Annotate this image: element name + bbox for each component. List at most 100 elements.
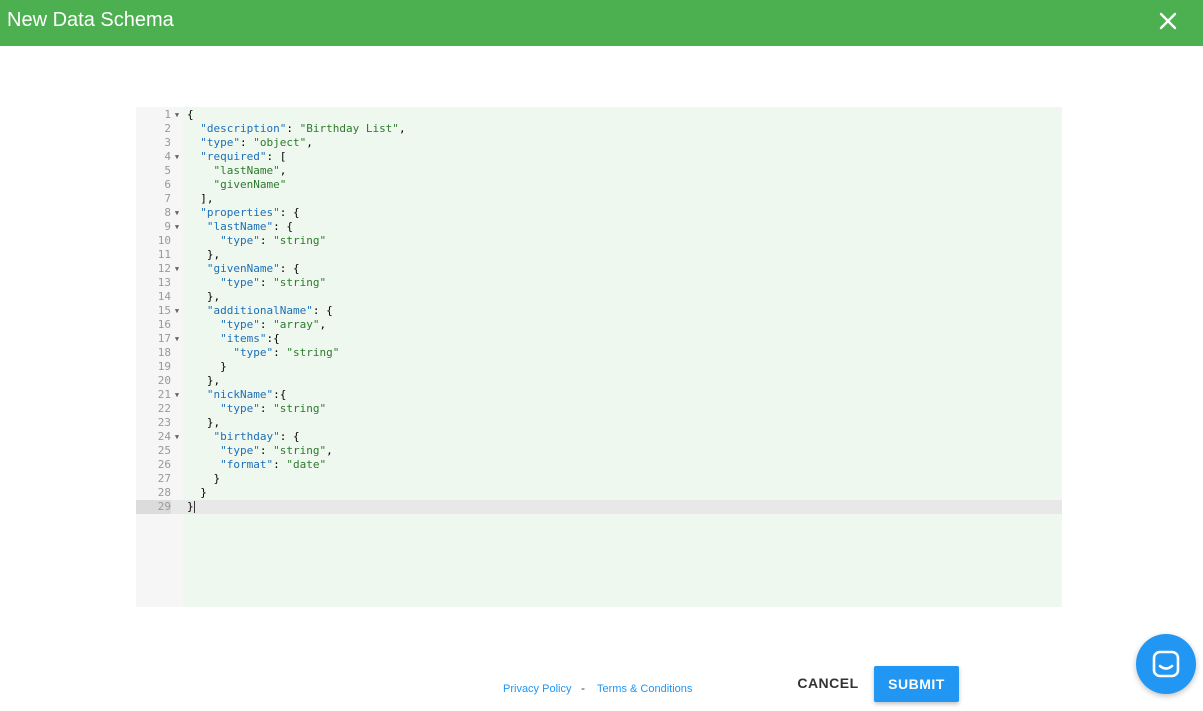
submit-button[interactable]: SUBMIT	[874, 666, 959, 702]
dialog-header: New Data Schema	[0, 0, 1203, 46]
code-line: 16 "type": "array",	[136, 318, 1062, 332]
code-line: 27 }	[136, 472, 1062, 486]
line-number: 18	[157, 346, 171, 359]
code-text: "type": "string"	[233, 346, 340, 359]
line-number: 11	[157, 248, 171, 261]
code-line: 28 }	[136, 486, 1062, 500]
fold-caret-icon[interactable]: ▼	[173, 304, 181, 318]
code-text: "format": "date"	[220, 458, 327, 471]
json-editor[interactable]: 1 ▼{2 "description": "Birthday List", 3 "t…	[136, 107, 1062, 607]
code-line: 21 ▼ "nickName":{	[136, 388, 1062, 402]
code-line: 1 ▼ {	[136, 108, 1062, 122]
line-number: 29	[136, 500, 171, 514]
line-number: 1	[164, 108, 171, 121]
code-line: 4 ▼ "required": [	[136, 150, 1062, 164]
code-text: }	[187, 472, 221, 485]
line-number: 28	[157, 486, 171, 499]
line-number: 22	[157, 402, 171, 415]
code-line: 3 "type": "object",	[136, 136, 1062, 150]
code-text: },	[187, 374, 221, 387]
line-number: 25	[157, 444, 171, 457]
code-text: },	[187, 248, 221, 261]
code-text: "type": "object",	[200, 136, 313, 149]
code-text: "description": "Birthday List",	[200, 122, 406, 135]
code-line: 17 ▼ "items":{	[136, 332, 1062, 346]
code-line: 6 "givenName"	[136, 178, 1062, 192]
text-cursor	[194, 501, 195, 513]
code-line: 8 ▼ "properties": {	[136, 206, 1062, 220]
fold-caret-icon[interactable]: ▼	[173, 332, 181, 346]
line-number: 16	[157, 318, 171, 331]
fold-caret-icon[interactable]: ▼	[173, 220, 181, 234]
code-text: "type": "string"	[220, 276, 327, 289]
code-line: 14 },	[136, 290, 1062, 304]
code-line: 7 ],	[136, 192, 1062, 206]
code-text: "required": [	[200, 150, 287, 163]
code-text: ],	[187, 192, 214, 205]
line-number: 15	[157, 304, 171, 317]
code-line: 15 ▼ "additionalName": {	[136, 304, 1062, 318]
line-number: 23	[157, 416, 171, 429]
fold-caret-icon[interactable]: ▼	[173, 108, 181, 122]
code-line: 2 "description": "Birthday List",	[136, 122, 1062, 136]
code-line: 11 },	[136, 248, 1062, 262]
code-line: 26 "format": "date"	[136, 458, 1062, 472]
code-line: 23 },	[136, 416, 1062, 430]
code-text: "type": "array",	[220, 318, 327, 331]
privacy-policy-link[interactable]: Privacy Policy	[503, 683, 571, 695]
chat-launcher-button[interactable]	[1136, 634, 1196, 694]
fold-caret-icon[interactable]: ▼	[173, 430, 181, 444]
cancel-button[interactable]: CANCEL	[790, 668, 866, 698]
line-number: 2	[164, 122, 171, 135]
code-text: "type": "string",	[220, 444, 333, 457]
code-text: },	[187, 290, 221, 303]
line-number: 13	[157, 276, 171, 289]
code-text: },	[187, 416, 221, 429]
line-number: 26	[157, 458, 171, 471]
code-text: }	[187, 500, 194, 513]
code-text: "givenName": {	[206, 262, 300, 275]
fold-caret-icon[interactable]: ▼	[173, 262, 181, 276]
fold-caret-icon[interactable]: ▼	[173, 206, 181, 220]
line-number: 12	[157, 262, 171, 275]
code-line: 13 "type": "string"	[136, 276, 1062, 290]
code-line: 20 },	[136, 374, 1062, 388]
code-line: 10 "type": "string"	[136, 234, 1062, 248]
fold-caret-icon[interactable]: ▼	[173, 388, 181, 402]
code-text: "additionalName": {	[206, 304, 333, 317]
dialog-title: New Data Schema	[7, 9, 174, 31]
footer-separator: -	[581, 681, 585, 695]
code-text: {	[187, 108, 194, 121]
code-line: 24 ▼ "birthday": {	[136, 430, 1062, 444]
code-text: "type": "string"	[220, 234, 327, 247]
code-text: "type": "string"	[220, 402, 327, 415]
code-line: 19 }	[136, 360, 1062, 374]
line-number: 6	[164, 178, 171, 191]
line-number: 27	[157, 472, 171, 485]
line-number: 4	[164, 150, 171, 163]
code-text: "lastName",	[213, 164, 287, 177]
code-line: 25 "type": "string",	[136, 444, 1062, 458]
line-number: 8	[164, 206, 171, 219]
close-icon[interactable]	[1156, 9, 1180, 33]
line-number: 9	[164, 220, 171, 233]
code-line: 18 "type": "string"	[136, 346, 1062, 360]
fold-caret-icon[interactable]: ▼	[173, 150, 181, 164]
chat-icon	[1152, 650, 1180, 678]
code-line: 12 ▼ "givenName": {	[136, 262, 1062, 276]
line-number: 14	[157, 290, 171, 303]
line-number: 21	[157, 388, 171, 401]
line-number: 19	[157, 360, 171, 373]
line-number: 3	[164, 136, 171, 149]
line-number: 17	[157, 332, 171, 345]
line-number: 24	[157, 430, 171, 443]
terms-link[interactable]: Terms & Conditions	[597, 683, 692, 695]
line-number: 5	[164, 164, 171, 177]
code-text: }	[187, 486, 207, 499]
code-line: 22 "type": "string"	[136, 402, 1062, 416]
code-text: }	[187, 360, 227, 373]
code-line: 9 ▼ "lastName": {	[136, 220, 1062, 234]
code-text: "items":{	[220, 332, 280, 345]
code-text: "nickName":{	[206, 388, 287, 401]
code-text: "lastName": {	[206, 220, 293, 233]
